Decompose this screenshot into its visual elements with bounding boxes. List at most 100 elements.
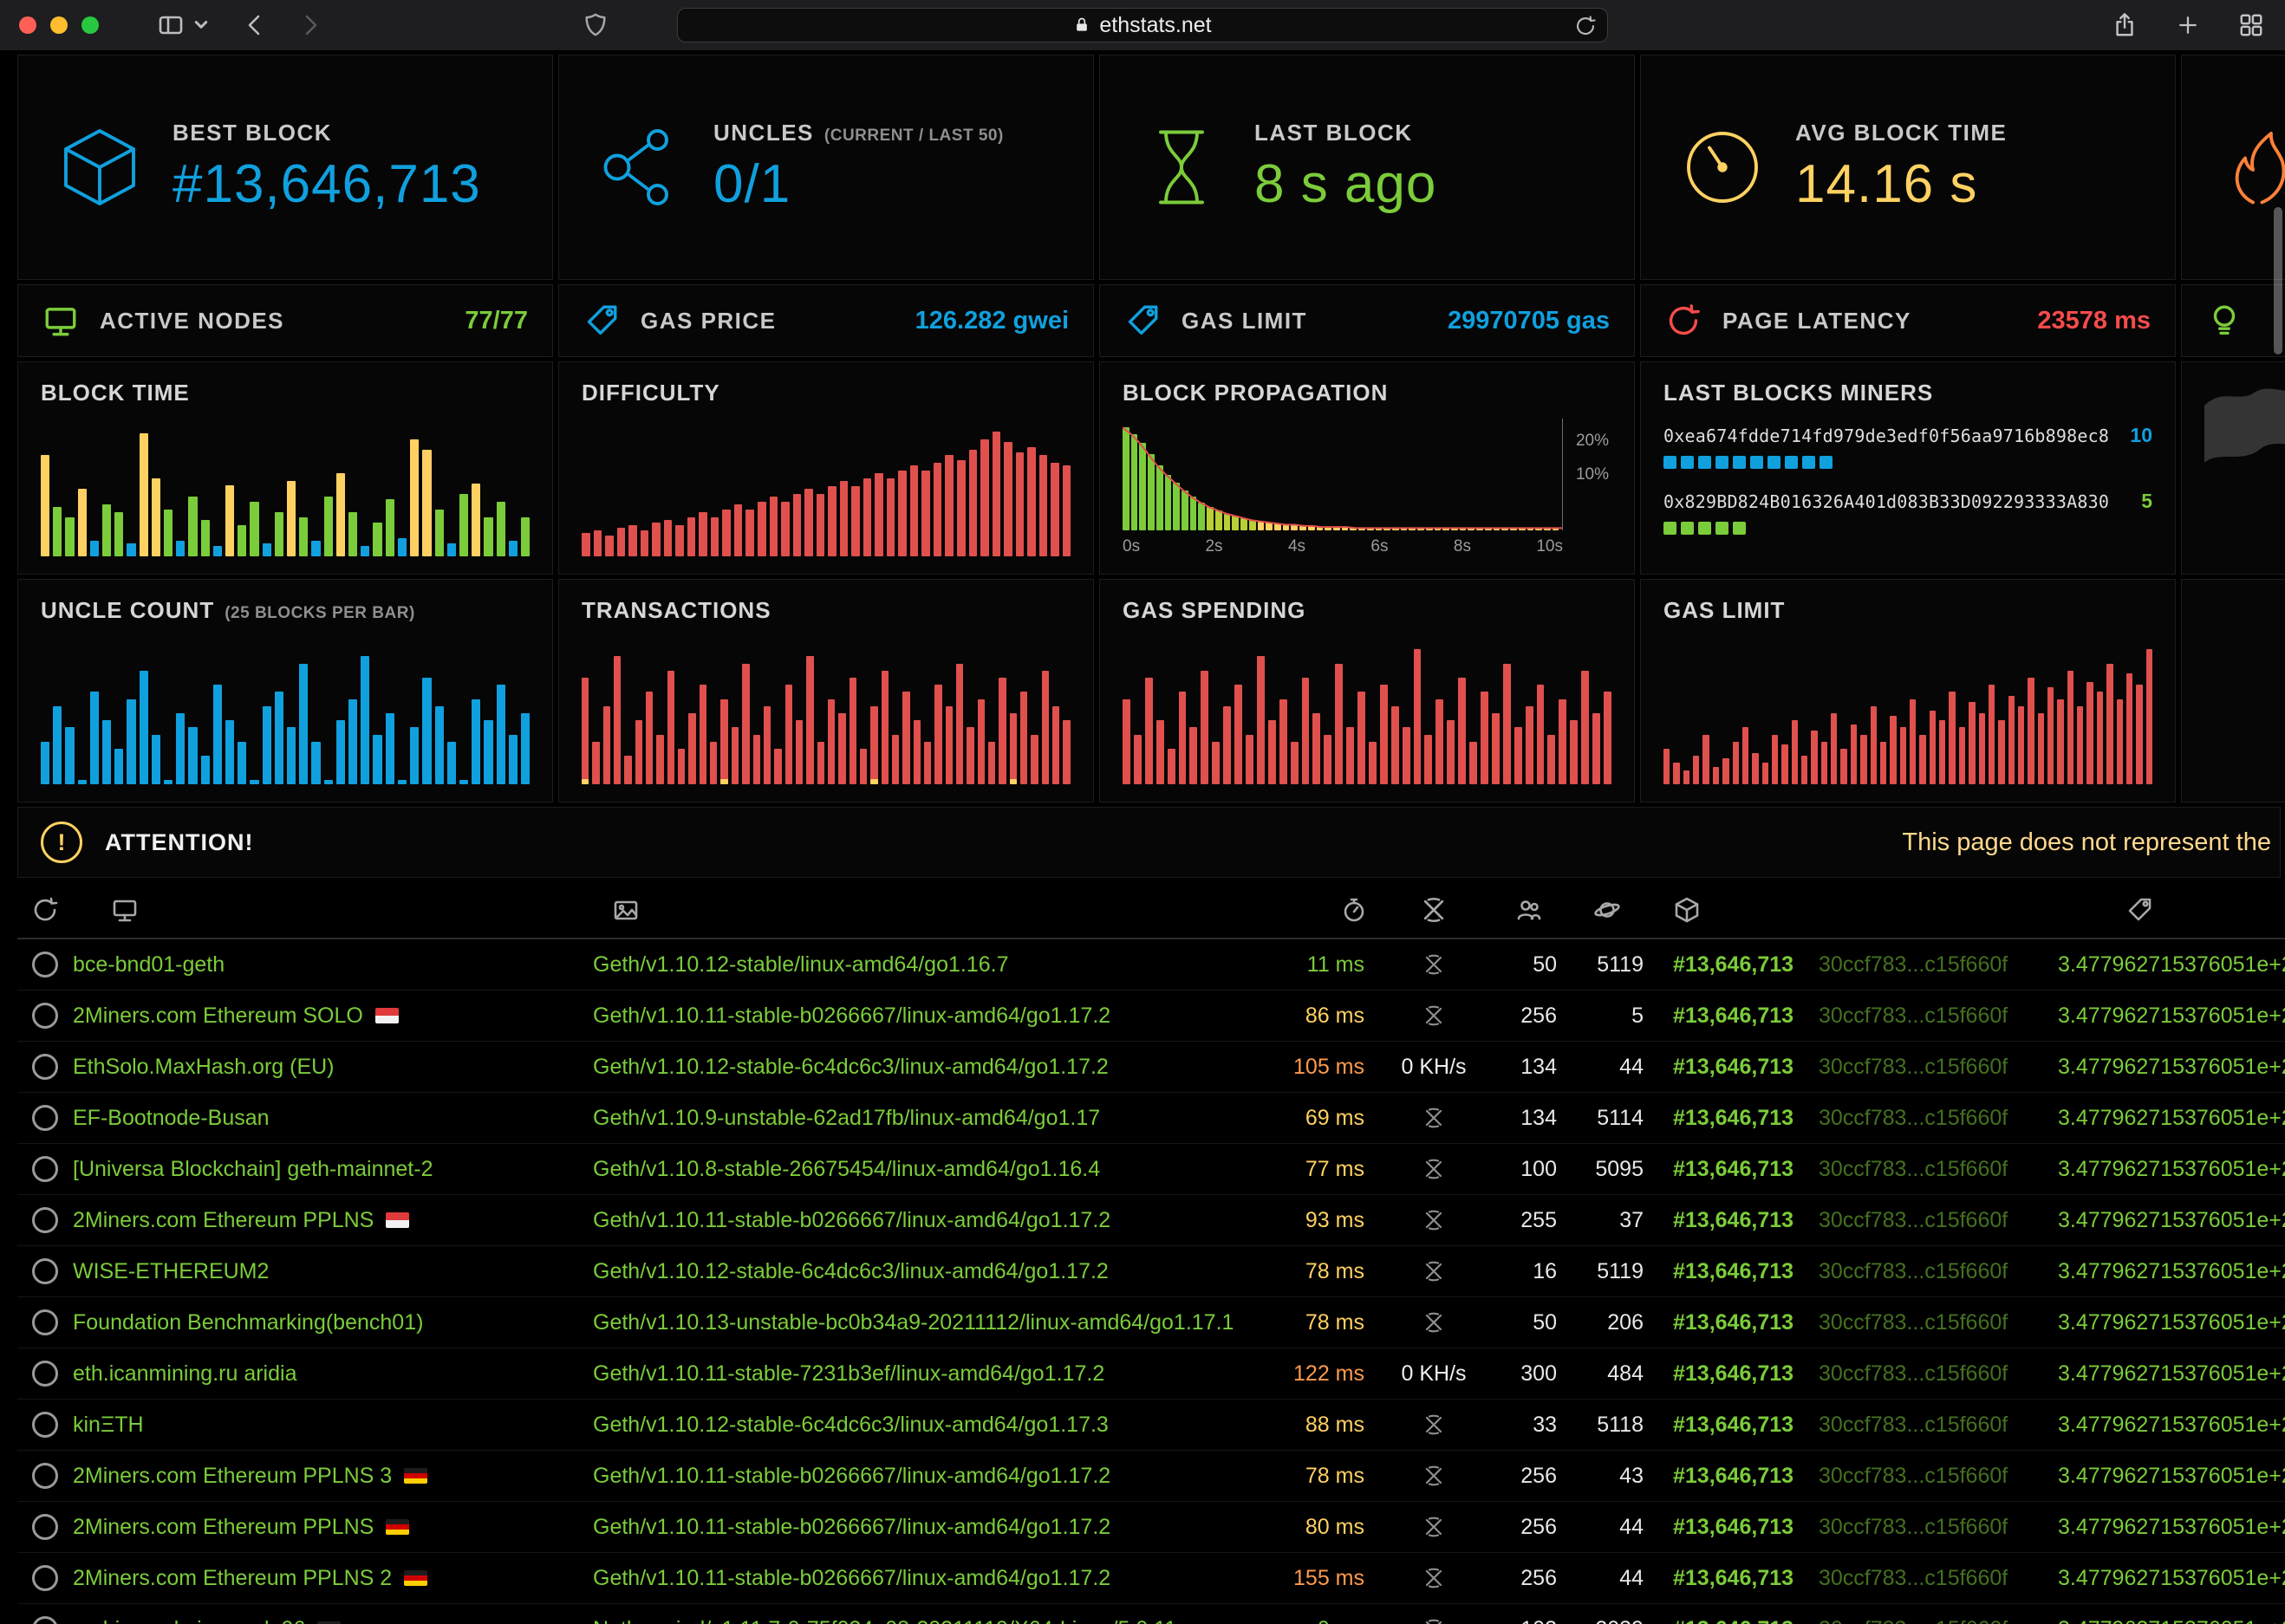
chart-bar: [2136, 685, 2142, 784]
chart-bar: [934, 685, 941, 784]
chart-bar: [851, 486, 860, 556]
table-row[interactable]: 2Miners.com Ethereum PPLNSGeth/v1.10.11-…: [17, 1195, 2285, 1246]
chart-title: DIFFICULTY: [582, 380, 1071, 406]
node-version: Geth/v1.10.12-stable/linux-amd64/go1.16.…: [593, 952, 1252, 978]
new-tab-icon[interactable]: [2176, 13, 2200, 37]
node-mining: [1373, 1465, 1494, 1487]
chart-bar: [999, 678, 1006, 784]
table-row[interactable]: 2Miners.com Ethereum PPLNS 2Geth/v1.10.1…: [17, 1553, 2285, 1604]
stat-label: GAS PRICE: [641, 308, 777, 335]
tab-overview-icon[interactable]: [2238, 12, 2264, 38]
maximize-window-button[interactable]: [81, 16, 99, 34]
node-mining: [1373, 1107, 1494, 1129]
chart-title: GAS LIMIT: [1663, 597, 2152, 624]
chart-bar: [1998, 720, 2004, 784]
miner-address[interactable]: 0x829BD824B016326A401d083B33D092293333A8…: [1663, 491, 2109, 512]
table-row[interactable]: Foundation Benchmarking(bench01)Geth/v1.…: [17, 1297, 2285, 1348]
table-row[interactable]: 2Miners.com Ethereum PPLNSGeth/v1.10.11-…: [17, 1502, 2285, 1553]
chart-bar: [710, 742, 717, 784]
node-pending: 5114: [1564, 1106, 1650, 1131]
table-row[interactable]: eth.icanmining.ru aridiaGeth/v1.10.11-st…: [17, 1348, 2285, 1400]
chart-bar: [1930, 711, 1936, 784]
node-status-icon: [32, 1616, 58, 1624]
node-name: 2Miners.com Ethereum PPLNS 3: [73, 1464, 593, 1489]
close-window-button[interactable]: [19, 16, 36, 34]
chart-bar: [882, 671, 889, 784]
chart-bar: [201, 756, 210, 784]
chart-bar: [1215, 510, 1222, 530]
table-row[interactable]: 2Miners.com Ethereum PPLNS 3Geth/v1.10.1…: [17, 1451, 2285, 1502]
chart-bar: [336, 473, 345, 556]
chart-bar: [603, 706, 610, 784]
node-peers: 256: [1494, 1515, 1564, 1540]
chart-bar: [521, 517, 530, 556]
chart-bar: [641, 530, 649, 556]
scrollbar[interactable]: [2274, 207, 2282, 354]
chart-bar: [1020, 692, 1027, 784]
pending-planet-icon: [1593, 896, 1621, 924]
table-row[interactable]: kinΞTHGeth/v1.10.12-stable-6c4dc6c3/linu…: [17, 1400, 2285, 1451]
chart-bar: [863, 478, 872, 556]
chart-bar: [164, 780, 173, 784]
node-latency: 93 ms: [1252, 1208, 1373, 1233]
chart-bar: [875, 473, 883, 556]
miner-address[interactable]: 0xea674fdde714fd979de3edf0f56aa9716b898e…: [1663, 425, 2109, 446]
chart-bar: [361, 656, 369, 784]
chart-bar: [914, 720, 921, 784]
chart-bar: [1234, 685, 1242, 784]
chart-bar: [628, 525, 637, 556]
chart-bar: [934, 463, 942, 556]
node-block-hash: 30ccf783...c15f660f: [1807, 1259, 2032, 1284]
attention-label: ATTENTION!: [105, 829, 253, 856]
forward-button[interactable]: [298, 11, 322, 39]
chart-bar: [1342, 527, 1349, 530]
chart-bar: [1131, 434, 1138, 530]
reload-icon[interactable]: [1574, 15, 1597, 37]
node-pending: 206: [1564, 1310, 1650, 1335]
mined-block-square: [1715, 522, 1728, 535]
back-button[interactable]: [243, 11, 267, 39]
minimize-window-button[interactable]: [50, 16, 68, 34]
difficulty-chart: [582, 426, 1071, 556]
table-row[interactable]: [Universa Blockchain] geth-mainnet-2Geth…: [17, 1144, 2285, 1195]
sidebar-toggle-icon[interactable]: [156, 11, 186, 39]
table-row[interactable]: EthSolo.MaxHash.org (EU)Geth/v1.10.12-st…: [17, 1042, 2285, 1093]
mined-block-square: [1698, 522, 1711, 535]
stat-label: GAS LIMIT: [1182, 308, 1307, 335]
chart-bar: [722, 510, 731, 556]
node-status-icon: [32, 1412, 58, 1438]
chart-bar: [1535, 528, 1542, 530]
chart-bar: [732, 727, 739, 784]
chart-bar: [238, 742, 246, 784]
chart-bar: [2008, 696, 2015, 784]
chart-bar: [796, 720, 803, 784]
table-row[interactable]: WISE-ETHEREUM2Geth/v1.10.12-stable-6c4dc…: [17, 1246, 2285, 1297]
node-pending: 44: [1564, 1515, 1650, 1540]
table-row[interactable]: archivenode.io - node06Nethermind/v1.11.…: [17, 1604, 2285, 1624]
chart-bar: [348, 699, 357, 784]
chart-bar: [422, 450, 431, 556]
chart-bar: [152, 735, 160, 784]
address-bar[interactable]: ethstats.net: [677, 8, 1608, 42]
stat-label: PAGE LATENCY: [1722, 308, 1911, 335]
node-mining: 0 KH/s: [1373, 1055, 1494, 1080]
node-mining: [1373, 1004, 1494, 1027]
node-mining: [1373, 1260, 1494, 1283]
privacy-shield-icon[interactable]: [583, 11, 609, 39]
chart-bar: [720, 699, 727, 784]
node-mining: [1373, 1618, 1494, 1624]
mined-block-square: [1663, 456, 1676, 469]
node-total-difficulty: 3.477962715376051e+22: [2032, 1617, 2285, 1624]
table-row[interactable]: EF-Bootnode-BusanGeth/v1.10.9-unstable-6…: [17, 1093, 2285, 1144]
chevron-down-icon[interactable]: [194, 20, 208, 30]
table-row[interactable]: 2Miners.com Ethereum SOLOGeth/v1.10.11-s…: [17, 991, 2285, 1042]
node-block-hash: 30ccf783...c15f660f: [1807, 1004, 2032, 1029]
chart-bar: [1392, 528, 1399, 530]
node-peers: 256: [1494, 1566, 1564, 1591]
chart-bar: [1752, 753, 1758, 784]
chart-bar: [275, 692, 283, 784]
chart-bar: [785, 685, 792, 784]
chart-bar: [435, 706, 444, 784]
table-row[interactable]: bce-bnd01-gethGeth/v1.10.12-stable/linux…: [17, 939, 2285, 991]
share-icon[interactable]: [2112, 11, 2138, 39]
